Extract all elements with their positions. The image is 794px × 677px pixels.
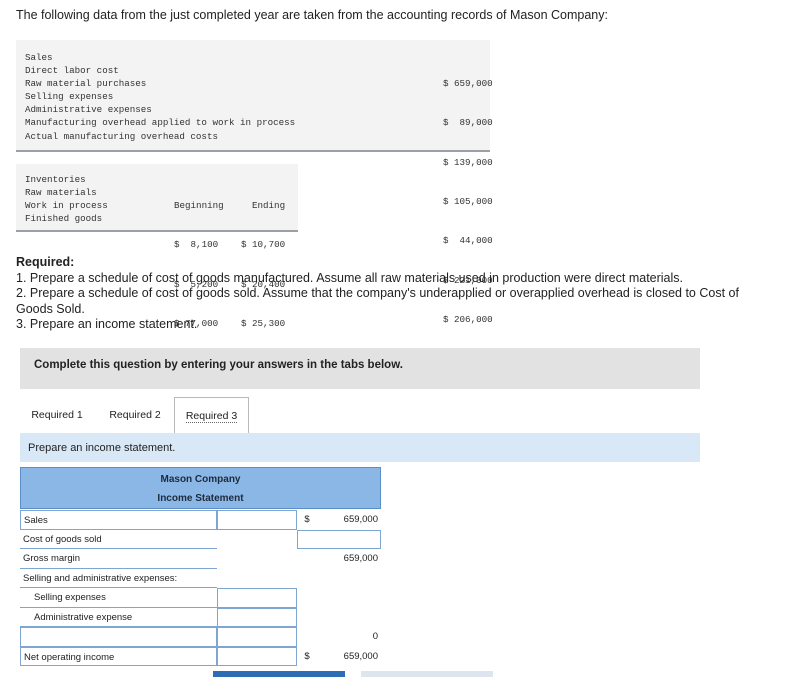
cogs-label: Cost of goods sold	[20, 530, 217, 549]
required-item: 3. Prepare an income statement.	[16, 317, 198, 331]
gross-margin-label: Gross margin	[20, 549, 217, 569]
prev-button[interactable]	[213, 671, 345, 677]
required-item: 1. Prepare a schedule of cost of goods m…	[16, 270, 684, 285]
tab-required-3[interactable]: Required 3	[174, 397, 249, 433]
sga-heading: Selling and administrative expenses:	[20, 569, 217, 588]
inventories-table: Inventories Raw materials Work in proces…	[16, 164, 298, 329]
required-item: 2. Prepare a schedule of cost of goods s…	[16, 286, 739, 316]
data-value: $ 105,000	[443, 196, 493, 208]
statement-title: Income Statement	[157, 493, 244, 504]
net-mid-field[interactable]	[217, 646, 297, 666]
row-cogs: Cost of goods sold	[20, 529, 381, 550]
data-labels: Sales Direct labor cost Raw material pur…	[25, 51, 295, 143]
row-gross-margin: Gross margin 659,000	[20, 549, 381, 569]
inventory-label: Work in process	[25, 200, 108, 212]
company-name: Mason Company	[160, 474, 241, 485]
row-sales: Sales $ 659,000	[20, 510, 381, 530]
beginning-value: $ 8,100	[174, 239, 219, 251]
tab-label: Required 3	[185, 410, 238, 423]
row-sga-heading: Selling and administrative expenses:	[20, 569, 381, 588]
blank-label-field[interactable]	[20, 627, 217, 647]
data-label: Manufacturing overhead applied to work i…	[25, 117, 296, 129]
sales-amount: 659,000	[343, 514, 378, 525]
data-label: Selling expenses	[25, 91, 114, 103]
beginning-header: Beginning	[174, 200, 224, 212]
blank-amount: 0	[372, 631, 378, 642]
next-button[interactable]	[361, 671, 493, 677]
sales-mid-field[interactable]	[217, 510, 297, 530]
data-value: $ 44,000	[443, 235, 493, 247]
net-income-label-field[interactable]: Net operating income	[20, 646, 217, 666]
admin-label: Administrative expense	[20, 608, 217, 627]
data-label: Actual manufacturing overhead costs	[25, 130, 218, 142]
row-selling: Selling expenses	[20, 588, 381, 608]
tab-label: Required 1	[31, 409, 83, 421]
tab-required-2[interactable]: Required 2	[100, 397, 170, 433]
statement-header: Mason Company Income Statement	[20, 467, 381, 509]
data-value: $ 89,000	[443, 117, 493, 129]
instructions-banner: Complete this question by entering your …	[20, 348, 700, 389]
selling-value-field[interactable]	[217, 588, 297, 608]
required-heading: Required:	[16, 255, 75, 269]
required-section: Required: 1. Prepare a schedule of cost …	[16, 255, 776, 333]
row-blank: 0	[20, 627, 381, 647]
prompt-bar: Prepare an income statement.	[20, 433, 700, 462]
tab-label: Required 2	[109, 409, 161, 421]
prompt-text: Prepare an income statement.	[28, 442, 176, 454]
income-statement: Mason Company Income Statement Sales $ 6…	[20, 467, 381, 666]
row-net-income: Net operating income $ 659,000	[20, 646, 381, 666]
data-label: Administrative expenses	[25, 104, 152, 116]
inventory-labels: Inventories Raw materials Work in proces…	[25, 173, 108, 225]
ending-value: $ 10,700	[241, 239, 286, 251]
data-value: $ 139,000	[443, 156, 493, 168]
cogs-mid	[217, 530, 297, 550]
admin-value-field[interactable]	[217, 607, 297, 627]
sales-label-field[interactable]: Sales	[20, 510, 217, 530]
intro-text: The following data from the just complet…	[16, 8, 608, 22]
data-label: Sales	[25, 52, 53, 63]
inventories-header: Inventories	[25, 174, 86, 185]
net-income-amount: 659,000	[343, 650, 378, 662]
tab-required-1[interactable]: Required 1	[22, 397, 92, 433]
data-value: $ 659,000	[443, 78, 493, 90]
banner-text: Complete this question by entering your …	[34, 359, 403, 371]
blank-mid-field[interactable]	[217, 627, 297, 647]
inventory-label: Finished goods	[25, 213, 103, 225]
row-admin: Administrative expense	[20, 607, 381, 627]
selling-label: Selling expenses	[20, 588, 217, 608]
data-label: Direct labor cost	[25, 65, 119, 77]
cogs-amount-field[interactable]	[297, 529, 381, 549]
data-table: Sales Direct labor cost Raw material pur…	[16, 40, 493, 325]
inventory-label: Raw materials	[25, 187, 97, 199]
ending-header: Ending	[252, 200, 286, 212]
gross-margin-amount: 659,000	[343, 553, 378, 564]
data-label: Raw material purchases	[25, 78, 147, 90]
